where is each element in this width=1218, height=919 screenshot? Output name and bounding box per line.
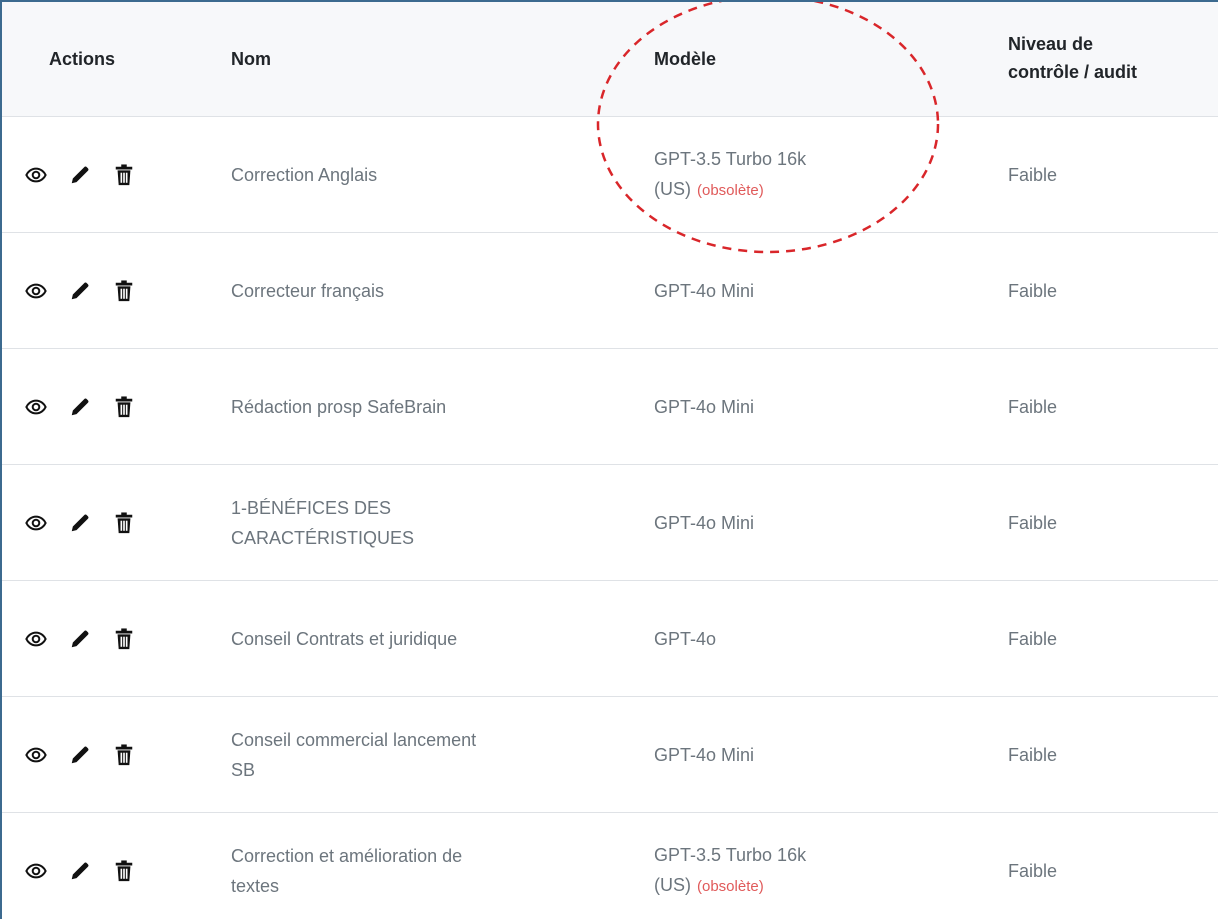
row-actions — [24, 697, 136, 812]
trash-icon[interactable] — [112, 627, 136, 651]
cell-modele-line1: GPT-4o Mini — [654, 512, 755, 533]
cell-nom-line1: 1-BÉNÉFICES DES — [231, 497, 392, 518]
cell-modele: GPT-4o Mini — [654, 233, 954, 348]
cell-modele-region: (US) — [654, 874, 691, 895]
column-header-modele[interactable]: Modèle — [654, 45, 716, 73]
cell-nom: Rédaction prosp SafeBrain — [231, 349, 591, 464]
column-header-actions: Actions — [49, 49, 116, 69]
column-header-niveau-line1: Niveau de — [1008, 34, 1094, 54]
cell-niveau: Faible — [1008, 860, 1058, 881]
trash-icon[interactable] — [112, 859, 136, 883]
cell-modele-line1: GPT-4o Mini — [654, 396, 755, 417]
cell-nom: 1-BÉNÉFICES DES CARACTÉRISTIQUES — [231, 465, 591, 580]
eye-icon[interactable] — [24, 279, 48, 303]
cell-nom-line1: Correction et amélioration de — [231, 845, 463, 866]
table-row: Correction Anglais GPT-3.5 Turbo 16k (US… — [2, 117, 1218, 233]
cell-nom: Conseil commercial lancement SB — [231, 697, 591, 812]
cell-nom: Correcteur français — [231, 233, 591, 348]
table-row: 1-BÉNÉFICES DES CARACTÉRISTIQUES GPT-4o … — [2, 465, 1218, 581]
cell-modele: GPT-4o Mini — [654, 697, 954, 812]
table-row: Conseil commercial lancement SB GPT-4o M… — [2, 697, 1218, 813]
eye-icon[interactable] — [24, 163, 48, 187]
eye-icon[interactable] — [24, 627, 48, 651]
cell-modele-line1: GPT-4o Mini — [654, 280, 755, 301]
pencil-icon[interactable] — [68, 279, 92, 303]
cell-modele-region: (US) — [654, 178, 691, 199]
cell-niveau: Faible — [1008, 396, 1058, 417]
pencil-icon[interactable] — [68, 859, 92, 883]
cell-nom: Correction Anglais — [231, 117, 591, 232]
cell-niveau: Faible — [1008, 280, 1058, 301]
cell-nom-line1: Rédaction prosp SafeBrain — [231, 396, 447, 417]
column-header-niveau[interactable]: Niveau de contrôle / audit — [1008, 30, 1137, 86]
cell-modele-line2: (US) (obsolète) — [654, 870, 806, 902]
table-row: Correcteur français GPT-4o Mini Faible — [2, 233, 1218, 349]
cell-niveau: Faible — [1008, 744, 1058, 765]
eye-icon[interactable] — [24, 743, 48, 767]
cell-nom: Correction et amélioration de textes — [231, 813, 591, 919]
cell-nom-line2: textes — [231, 875, 280, 896]
row-actions — [24, 581, 136, 696]
cell-modele-line1: GPT-4o — [654, 628, 717, 649]
table-body: Correction Anglais GPT-3.5 Turbo 16k (US… — [2, 117, 1218, 919]
cell-modele-line1: GPT-3.5 Turbo 16k — [654, 844, 807, 865]
cell-nom-line1: Correcteur français — [231, 280, 385, 301]
table-frame: Actions Nom Modèle Niveau de contrôle / … — [0, 0, 1218, 919]
cell-niveau: Faible — [1008, 164, 1058, 185]
cell-nom-line2: CARACTÉRISTIQUES — [231, 527, 415, 548]
eye-icon[interactable] — [24, 395, 48, 419]
cell-nom: Conseil Contrats et juridique — [231, 581, 591, 696]
eye-icon[interactable] — [24, 859, 48, 883]
row-actions — [24, 813, 136, 919]
row-actions — [24, 233, 136, 348]
cell-modele: GPT-3.5 Turbo 16k (US) (obsolète) — [654, 813, 954, 919]
cell-niveau: Faible — [1008, 628, 1058, 649]
row-actions — [24, 349, 136, 464]
cell-niveau: Faible — [1008, 512, 1058, 533]
column-header-nom[interactable]: Nom — [231, 45, 271, 73]
cell-modele: GPT-4o Mini — [654, 349, 954, 464]
trash-icon[interactable] — [112, 395, 136, 419]
cell-nom-line1: Conseil Contrats et juridique — [231, 628, 458, 649]
cell-modele-line1: GPT-4o Mini — [654, 744, 755, 765]
obsolete-badge: (obsolète) — [697, 877, 764, 895]
cell-modele: GPT-4o Mini — [654, 465, 954, 580]
cell-modele: GPT-4o — [654, 581, 954, 696]
pencil-icon[interactable] — [68, 743, 92, 767]
obsolete-badge: (obsolète) — [697, 181, 764, 199]
row-actions — [24, 117, 136, 232]
pencil-icon[interactable] — [68, 627, 92, 651]
cell-nom-line1: Correction Anglais — [231, 164, 378, 185]
column-header-niveau-line2: contrôle / audit — [1008, 62, 1138, 82]
cell-modele-line2: (US) (obsolète) — [654, 174, 806, 206]
trash-icon[interactable] — [112, 743, 136, 767]
cell-nom-line2: SB — [231, 759, 256, 780]
pencil-icon[interactable] — [68, 163, 92, 187]
pencil-icon[interactable] — [68, 395, 92, 419]
trash-icon[interactable] — [112, 279, 136, 303]
models-table: Actions Nom Modèle Niveau de contrôle / … — [2, 2, 1218, 919]
cell-modele-line1: GPT-3.5 Turbo 16k — [654, 148, 807, 169]
pencil-icon[interactable] — [68, 511, 92, 535]
row-actions — [24, 465, 136, 580]
table-row: Conseil Contrats et juridique GPT-4o Fai… — [2, 581, 1218, 697]
trash-icon[interactable] — [112, 163, 136, 187]
cell-modele: GPT-3.5 Turbo 16k (US) (obsolète) — [654, 117, 954, 232]
table-row: Correction et amélioration de textes GPT… — [2, 813, 1218, 919]
table-header: Actions Nom Modèle Niveau de contrôle / … — [2, 2, 1218, 117]
eye-icon[interactable] — [24, 511, 48, 535]
trash-icon[interactable] — [112, 511, 136, 535]
table-row: Rédaction prosp SafeBrain GPT-4o Mini Fa… — [2, 349, 1218, 465]
cell-nom-line1: Conseil commercial lancement — [231, 729, 477, 750]
